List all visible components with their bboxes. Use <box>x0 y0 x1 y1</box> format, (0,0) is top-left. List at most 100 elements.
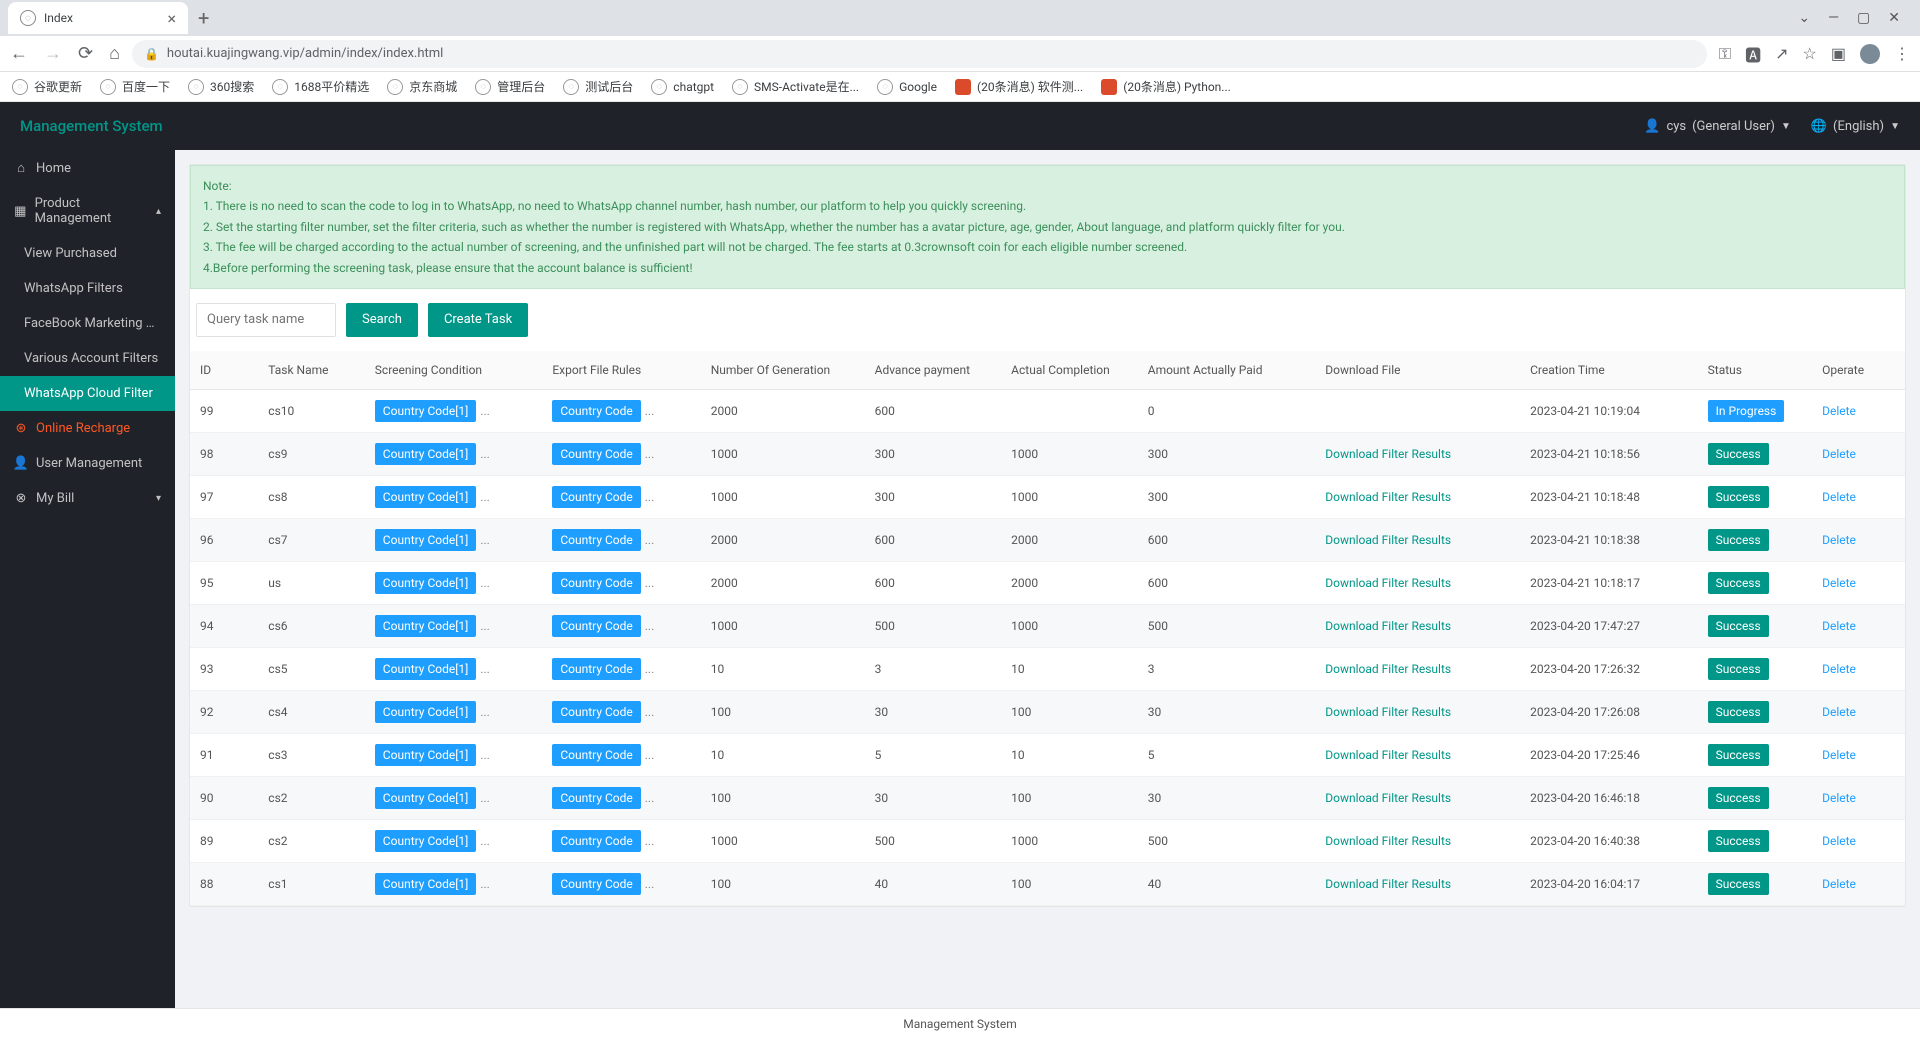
search-button[interactable]: Search <box>346 303 418 337</box>
bookmark-label: 1688平价精选 <box>294 78 369 95</box>
sidebar-item-user-management[interactable]: 👤 User Management <box>0 446 175 481</box>
bookmark-item[interactable]: ◌360搜索 <box>188 78 254 95</box>
minimize-icon[interactable]: — <box>1828 10 1839 26</box>
bookmark-item[interactable]: ◌测试后台 <box>563 78 633 95</box>
bookmark-item[interactable]: ◌Google <box>877 79 937 95</box>
download-link[interactable]: Download Filter Results <box>1325 619 1451 633</box>
export-tag[interactable]: Country Code <box>552 787 640 809</box>
cell-num: 100 <box>711 705 731 719</box>
delete-link[interactable]: Delete <box>1822 705 1856 719</box>
delete-link[interactable]: Delete <box>1822 490 1856 504</box>
maximize-icon[interactable]: ▢ <box>1857 10 1870 26</box>
screening-tag[interactable]: Country Code[1] <box>375 701 477 723</box>
delete-link[interactable]: Delete <box>1822 533 1856 547</box>
screening-tag[interactable]: Country Code[1] <box>375 529 477 551</box>
delete-link[interactable]: Delete <box>1822 404 1856 418</box>
download-link[interactable]: Download Filter Results <box>1325 877 1451 891</box>
sidebar-item-home[interactable]: ⌂ Home <box>0 150 175 186</box>
sidebar-item-view-purchased[interactable]: View Purchased <box>0 236 175 271</box>
sidebar-item-product-management[interactable]: ▦ Product Management ▴ <box>0 186 175 236</box>
sidebar-item-whatsapp-cloud-filter[interactable]: WhatsApp Cloud Filter <box>0 376 175 411</box>
bookmark-item[interactable]: ◌百度一下 <box>100 78 170 95</box>
screening-tag[interactable]: Country Code[1] <box>375 443 477 465</box>
export-tag[interactable]: Country Code <box>552 830 640 852</box>
menu-icon[interactable]: ⋮ <box>1894 44 1910 63</box>
profile-avatar[interactable] <box>1860 44 1880 64</box>
back-icon[interactable]: ← <box>10 43 28 64</box>
export-tag[interactable]: Country Code <box>552 615 640 637</box>
delete-link[interactable]: Delete <box>1822 877 1856 891</box>
download-link[interactable]: Download Filter Results <box>1325 533 1451 547</box>
screening-tag[interactable]: Country Code[1] <box>375 658 477 680</box>
download-link[interactable]: Download Filter Results <box>1325 834 1451 848</box>
close-window-icon[interactable]: ✕ <box>1888 10 1900 26</box>
export-tag[interactable]: Country Code <box>552 400 640 422</box>
export-tag[interactable]: Country Code <box>552 572 640 594</box>
delete-link[interactable]: Delete <box>1822 576 1856 590</box>
status-badge: In Progress <box>1708 400 1785 422</box>
bookmark-item[interactable]: ◌SMS-Activate是在... <box>732 78 859 95</box>
user-name: cys <box>1666 119 1686 134</box>
delete-link[interactable]: Delete <box>1822 834 1856 848</box>
export-tag[interactable]: Country Code <box>552 443 640 465</box>
bookmark-item[interactable]: ◌京东商城 <box>387 78 457 95</box>
sidebar-item-facebook-marketing[interactable]: FaceBook Marketing Soft... <box>0 306 175 341</box>
bookmark-item[interactable]: ◌谷歌更新 <box>12 78 82 95</box>
create-task-button[interactable]: Create Task <box>428 303 528 337</box>
download-link[interactable]: Download Filter Results <box>1325 748 1451 762</box>
screening-tag[interactable]: Country Code[1] <box>375 787 477 809</box>
export-tag[interactable]: Country Code <box>552 873 640 895</box>
reload-icon[interactable]: ⟳ <box>78 43 93 64</box>
sidebar-item-whatsapp-filters[interactable]: WhatsApp Filters <box>0 271 175 306</box>
delete-link[interactable]: Delete <box>1822 791 1856 805</box>
download-link[interactable]: Download Filter Results <box>1325 705 1451 719</box>
download-link[interactable]: Download Filter Results <box>1325 791 1451 805</box>
cell-id: 96 <box>200 533 214 547</box>
query-task-input[interactable] <box>196 303 336 337</box>
download-link[interactable]: Download Filter Results <box>1325 490 1451 504</box>
cell-advance: 5 <box>875 748 882 762</box>
sidebar-item-various-account-filters[interactable]: Various Account Filters <box>0 341 175 376</box>
sidebar-item-my-bill[interactable]: ⊗ My Bill ▾ <box>0 481 175 516</box>
download-link[interactable]: Download Filter Results <box>1325 576 1451 590</box>
key-icon[interactable]: ⚿ <box>1719 44 1731 64</box>
export-tag[interactable]: Country Code <box>552 529 640 551</box>
user-menu[interactable]: 👤 cys (General User) ▼ <box>1644 119 1791 134</box>
screening-tag[interactable]: Country Code[1] <box>375 572 477 594</box>
download-link[interactable]: Download Filter Results <box>1325 662 1451 676</box>
screening-tag[interactable]: Country Code[1] <box>375 873 477 895</box>
puzzle-icon[interactable]: ▣ <box>1831 44 1846 63</box>
star-icon[interactable]: ☆ <box>1803 44 1817 63</box>
delete-link[interactable]: Delete <box>1822 447 1856 461</box>
browser-tab[interactable]: ◌ Index × <box>8 2 188 34</box>
screening-tag[interactable]: Country Code[1] <box>375 744 477 766</box>
delete-link[interactable]: Delete <box>1822 619 1856 633</box>
delete-link[interactable]: Delete <box>1822 748 1856 762</box>
bookmark-item[interactable]: ◌chatgpt <box>651 79 714 95</box>
screening-tag[interactable]: Country Code[1] <box>375 830 477 852</box>
delete-link[interactable]: Delete <box>1822 662 1856 676</box>
screening-tag[interactable]: Country Code[1] <box>375 615 477 637</box>
language-menu[interactable]: 🌐 (English) ▼ <box>1811 119 1900 134</box>
address-bar[interactable]: 🔒 houtai.kuajingwang.vip/admin/index/ind… <box>132 40 1707 68</box>
bookmark-item[interactable]: (20条消息) 软件测... <box>955 78 1083 95</box>
new-tab-button[interactable]: + <box>198 6 209 30</box>
sidebar-item-online-recharge[interactable]: ⊛ Online Recharge <box>0 411 175 446</box>
bookmark-item[interactable]: ◌1688平价精选 <box>272 78 369 95</box>
export-tag[interactable]: Country Code <box>552 744 640 766</box>
bookmark-item[interactable]: (20条消息) Python... <box>1101 78 1231 95</box>
chevron-down-icon[interactable]: ⌄ <box>1798 10 1810 26</box>
download-link[interactable]: Download Filter Results <box>1325 447 1451 461</box>
home-icon[interactable]: ⌂ <box>109 43 120 64</box>
share-icon[interactable]: ↗ <box>1775 44 1788 63</box>
app-logo[interactable]: Management System <box>20 117 163 135</box>
translate-icon[interactable]: 🅰 <box>1745 42 1761 66</box>
export-tag[interactable]: Country Code <box>552 701 640 723</box>
export-tag[interactable]: Country Code <box>552 486 640 508</box>
close-tab-icon[interactable]: × <box>167 9 176 28</box>
screening-tag[interactable]: Country Code[1] <box>375 400 477 422</box>
screening-tag[interactable]: Country Code[1] <box>375 486 477 508</box>
export-tag[interactable]: Country Code <box>552 658 640 680</box>
bookmark-item[interactable]: ◌管理后台 <box>475 78 545 95</box>
forward-icon[interactable]: → <box>44 43 62 64</box>
